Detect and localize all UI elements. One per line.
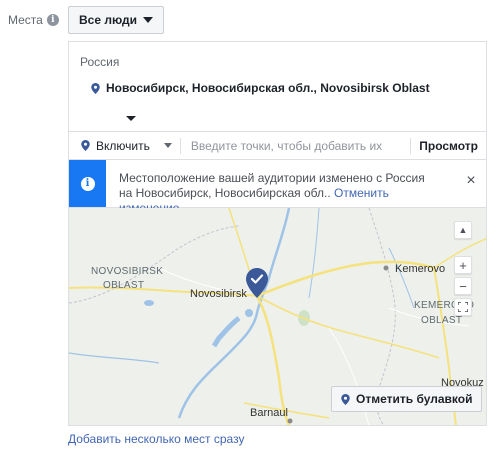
audience-type-label: Все люди [79,13,138,27]
include-dropdown[interactable]: Включить [69,132,180,159]
notice-message: Местоположение вашей аудитории изменено … [106,160,436,215]
pin-icon [341,393,350,405]
chevron-down-icon [163,143,172,148]
selected-locations-box: Россия Новосибирск, Новосибирская обл., … [68,41,487,131]
map-marker-icon [246,268,268,298]
location-change-notice: i Местоположение вашей аудитории изменен… [68,160,487,215]
map-city-label: Kemerovo [395,263,446,275]
info-icon: i [80,176,95,191]
locations-field-label: Места i [8,13,59,27]
location-pin-icon [81,140,90,151]
map-region-label: NOVOSIBIRSK [91,266,164,277]
map-region-label: OBLAST [103,280,145,291]
selected-location-label: Новосибирск, Новосибирская обл., Novosib… [106,81,430,95]
drop-pin-label: Отметить булавкой [356,392,473,406]
preview-button[interactable]: Просмотр [410,137,486,154]
location-pin-icon [91,82,100,94]
location-search-input[interactable] [180,132,411,159]
location-search-row: Включить Просмотр [68,131,487,160]
locations-label-text: Места [8,13,43,27]
chevron-down-icon [143,17,154,23]
drop-pin-button[interactable]: Отметить булавкой [331,386,483,412]
fullscreen-icon[interactable] [454,298,472,316]
map-city-label: Novosibirsk [190,288,247,300]
include-label: Включить [96,138,150,153]
add-multiple-locations-link[interactable]: Добавить несколько мест сразу [68,432,244,446]
chevron-up-icon[interactable]: ▲ [454,221,472,239]
selected-location-item[interactable]: Новосибирск, Новосибирская обл., Novosib… [91,81,430,95]
info-icon[interactable]: i [46,14,59,26]
map-region-label: OBLAST [421,315,463,326]
zoom-out-button[interactable]: − [454,277,472,295]
close-icon[interactable]: × [464,173,478,189]
country-heading: Россия [80,55,120,69]
notice-accent-bar: i [69,160,106,207]
audience-type-dropdown[interactable]: Все люди [68,6,165,34]
expand-caret-icon[interactable] [126,116,136,121]
location-map[interactable]: NOVOSIBIRSK OBLAST KEMEROVO OBLAST Novos… [68,208,487,426]
zoom-in-button[interactable]: + [454,256,472,274]
map-city-label: Barnaul [250,407,288,419]
